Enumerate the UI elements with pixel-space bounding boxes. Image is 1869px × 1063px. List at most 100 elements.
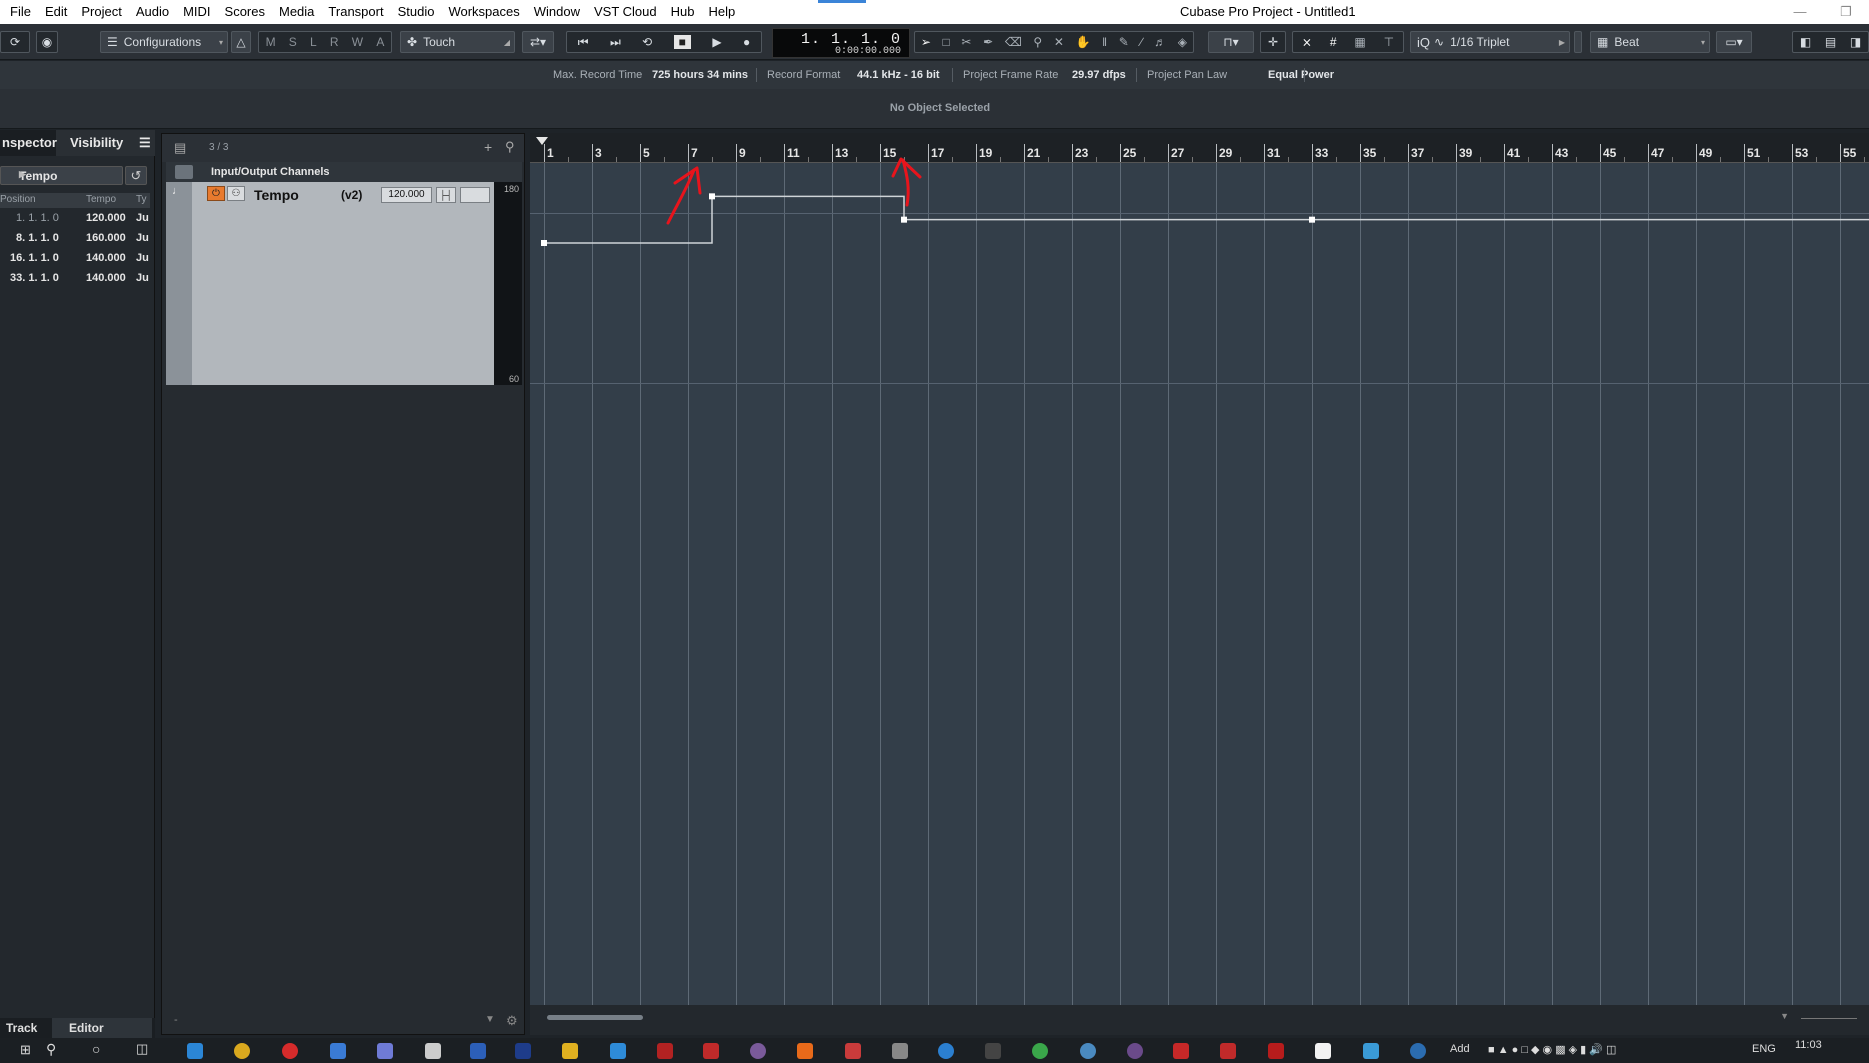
- tempo-value-field[interactable]: 120.000: [381, 187, 432, 203]
- horizontal-scrollbar[interactable]: ▼: [530, 1005, 1869, 1035]
- constrain-delay-icon[interactable]: △: [231, 31, 251, 53]
- write-button[interactable]: W: [352, 35, 363, 49]
- column-tempo[interactable]: Tempo: [86, 194, 116, 205]
- language-indicator[interactable]: ENG: [1752, 1043, 1776, 1055]
- frame-rate-value[interactable]: 29.97 dfps: [1072, 61, 1126, 89]
- tempo-list-row[interactable]: 16. 1. 1. 0 140.000 Ju: [0, 248, 150, 268]
- app-icon[interactable]: [985, 1043, 1001, 1059]
- zoom-slider[interactable]: [1801, 1009, 1857, 1019]
- menu-edit[interactable]: Edit: [38, 0, 74, 24]
- automation-mode-select[interactable]: ✤ Touch ◢: [400, 31, 515, 53]
- menu-scores[interactable]: Scores: [218, 0, 272, 24]
- opera-icon[interactable]: [282, 1043, 298, 1059]
- app-icon[interactable]: [515, 1043, 531, 1059]
- go-to-start-icon[interactable]: ⏮: [578, 35, 589, 50]
- time-signature-icon[interactable]: ├┤: [436, 187, 456, 203]
- tab-track[interactable]: Track: [0, 1018, 43, 1038]
- app-icon[interactable]: [425, 1043, 441, 1059]
- app-icon[interactable]: [1127, 1043, 1143, 1059]
- add-track-icon[interactable]: +: [484, 139, 492, 155]
- app-icon[interactable]: [750, 1043, 766, 1059]
- app-icon[interactable]: [470, 1043, 486, 1059]
- app-icon[interactable]: [1032, 1043, 1048, 1059]
- chevron-down-icon[interactable]: ▼: [485, 1014, 495, 1025]
- listen-button[interactable]: L: [310, 35, 317, 49]
- a-button[interactable]: A: [376, 35, 384, 49]
- object-select-icon[interactable]: ➢: [921, 35, 931, 49]
- solo-button[interactable]: S: [289, 35, 297, 49]
- quantize-apply-icon[interactable]: ⊤: [1384, 35, 1394, 49]
- task-view-icon[interactable]: ◫: [136, 1041, 148, 1057]
- crossfade-icon[interactable]: ⨯: [1302, 35, 1312, 49]
- tempo-track-activate-icon[interactable]: ⏻: [207, 186, 225, 201]
- nudge-icon[interactable]: ⇄▾: [522, 31, 554, 53]
- draw-icon[interactable]: ✎: [1119, 35, 1129, 49]
- inspector-track-select[interactable]: Tempo ▶: [0, 166, 123, 185]
- quantize-menu-caret[interactable]: [1574, 31, 1582, 53]
- snap-icon[interactable]: ✛: [1260, 31, 1286, 53]
- cubase-icon[interactable]: [845, 1043, 861, 1059]
- menu-hub[interactable]: Hub: [664, 0, 702, 24]
- left-zone-icon[interactable]: ◧: [1800, 35, 1811, 49]
- app-icon[interactable]: [1220, 1043, 1236, 1059]
- app-icon[interactable]: [938, 1043, 954, 1059]
- tab-visibility[interactable]: Visibility: [70, 130, 123, 156]
- scrollbar-thumb[interactable]: [547, 1015, 643, 1020]
- quantize-grid-icon[interactable]: ▦: [1354, 35, 1365, 49]
- menu-studio[interactable]: Studio: [391, 0, 442, 24]
- edit-tempo-icon[interactable]: ↺: [125, 166, 147, 185]
- folder-icon[interactable]: [562, 1043, 578, 1059]
- app-icon[interactable]: [1363, 1043, 1379, 1059]
- hand-icon[interactable]: ✋: [1076, 35, 1091, 49]
- stop-icon[interactable]: ■: [673, 35, 691, 49]
- tempo-extra-field[interactable]: [460, 187, 490, 203]
- tab-inspector[interactable]: nspector: [0, 130, 57, 156]
- windows-start-icon[interactable]: ⊞: [20, 1042, 31, 1058]
- right-zone-icon[interactable]: ◨: [1850, 35, 1861, 49]
- record-icon[interactable]: ●: [743, 35, 750, 49]
- cycle-icon[interactable]: ⟲: [642, 35, 652, 49]
- app-icon[interactable]: [703, 1043, 719, 1059]
- app-icon[interactable]: [657, 1043, 673, 1059]
- lower-zone-icon[interactable]: ▤: [1825, 35, 1836, 49]
- line-icon[interactable]: ∕: [1140, 35, 1142, 49]
- time-warp-icon[interactable]: ‖: [1102, 35, 1107, 49]
- tray-icons[interactable]: ■ ▲ ● □ ◆ ◉ ▩ ◈ ▮ 🔊 ◫: [1488, 1043, 1616, 1056]
- quantize-select[interactable]: iQ ∿ 1/16 Triplet ▶: [1410, 31, 1570, 53]
- track-list-menu-icon[interactable]: ▤: [174, 140, 186, 156]
- column-position[interactable]: Position: [0, 194, 36, 205]
- play-icon[interactable]: ▶: [712, 35, 721, 49]
- mute-button[interactable]: M: [266, 35, 276, 49]
- inspector-menu-icon[interactable]: ☰: [139, 130, 151, 156]
- menu-window[interactable]: Window: [527, 0, 587, 24]
- app-icon[interactable]: [1315, 1043, 1331, 1059]
- event-color-select[interactable]: ▭▾: [1716, 31, 1752, 53]
- chrome-icon[interactable]: [234, 1043, 250, 1059]
- app-icon[interactable]: [1173, 1043, 1189, 1059]
- record-mode-icon[interactable]: ◉: [36, 31, 58, 53]
- record-format-value[interactable]: 44.1 kHz - 16 bit: [857, 61, 940, 89]
- zoom-out-icon[interactable]: -: [174, 1014, 178, 1026]
- range-select-icon[interactable]: □: [943, 35, 950, 49]
- grid-icon[interactable]: #: [1330, 35, 1337, 49]
- add-label[interactable]: Add: [1450, 1043, 1470, 1055]
- read-button[interactable]: R: [330, 35, 339, 49]
- grid-type-select[interactable]: ▦ Beat ▾: [1590, 31, 1710, 53]
- app-icon[interactable]: [797, 1043, 813, 1059]
- app-icon[interactable]: [330, 1043, 346, 1059]
- tempo-list-row[interactable]: 8. 1. 1. 0 160.000 Ju: [0, 228, 150, 248]
- go-to-end-icon[interactable]: ⏭: [610, 35, 621, 50]
- chevron-down-icon[interactable]: ▼: [1780, 1011, 1789, 1021]
- edge-icon[interactable]: [187, 1043, 203, 1059]
- search-icon[interactable]: ⚲: [46, 1041, 56, 1058]
- play-tool-icon[interactable]: ♬: [1154, 35, 1166, 49]
- project-window-event-display[interactable]: 1 3 5 7 9 11 13 15 17 19 21 23 25 27 29 31 33 35 37 39 41 43 4…: [530, 133, 1869, 1035]
- mute-tool-icon[interactable]: ✕: [1054, 35, 1064, 49]
- erase-icon[interactable]: ⌫: [1005, 35, 1022, 49]
- time-display[interactable]: 1. 1. 1. 0 0:00:00.000: [772, 28, 910, 58]
- pan-law-value[interactable]: Equal Power: [1268, 61, 1334, 89]
- menu-vst-cloud[interactable]: VST Cloud: [587, 0, 664, 24]
- color-icon[interactable]: ◈: [1178, 35, 1187, 49]
- menu-transport[interactable]: Transport: [321, 0, 390, 24]
- tempo-list-row[interactable]: 1. 1. 1. 0 120.000 Ju: [0, 208, 150, 228]
